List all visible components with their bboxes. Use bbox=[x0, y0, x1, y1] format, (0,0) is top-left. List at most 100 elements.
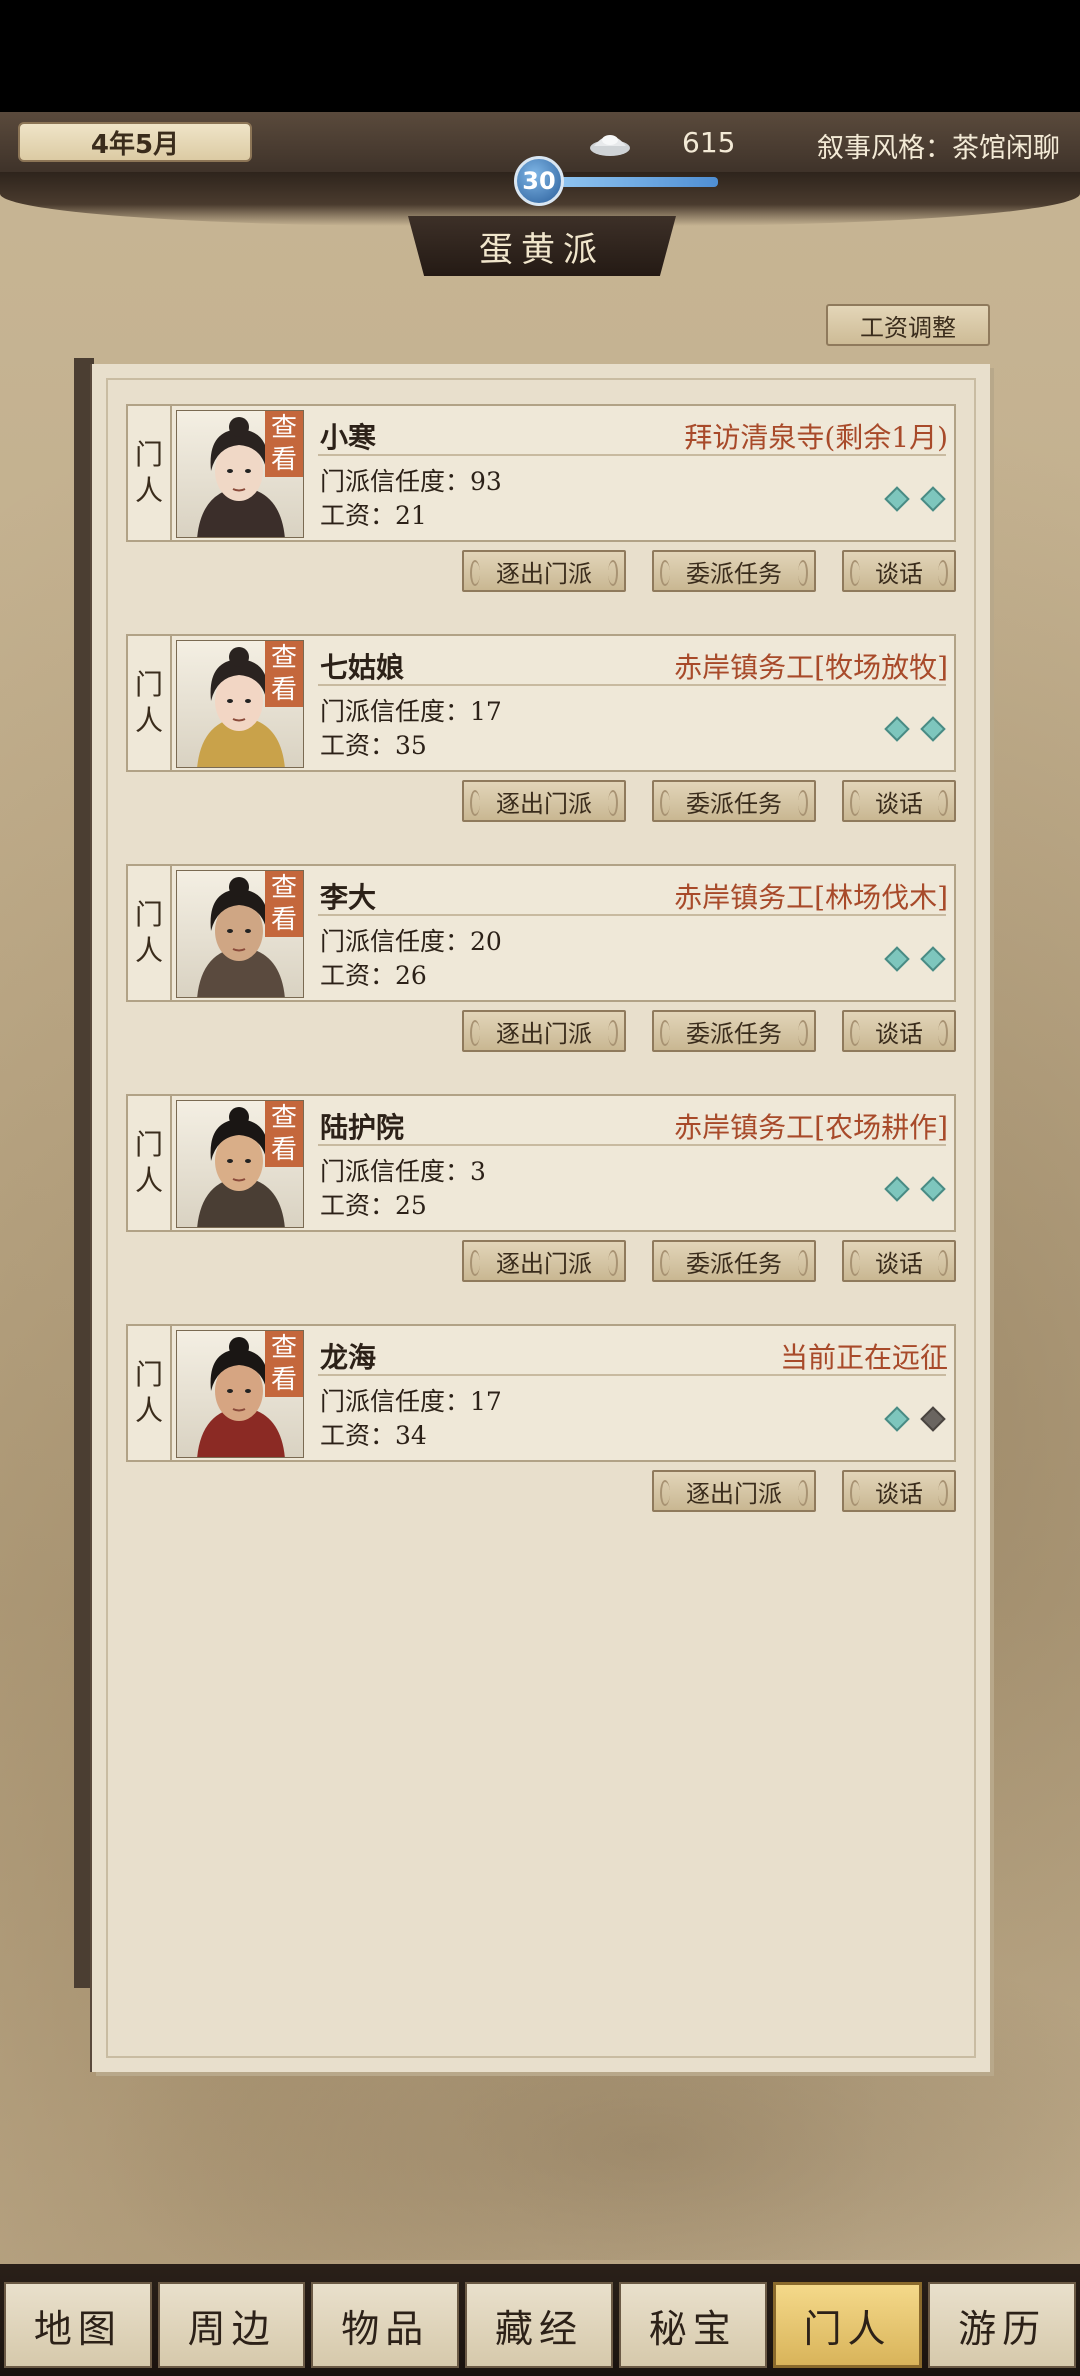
money-amount: 615 bbox=[682, 126, 736, 159]
member-status: 赤岸镇务工[牧场放牧] bbox=[674, 651, 948, 684]
member-status: 赤岸镇务工[农场耕作] bbox=[674, 1111, 948, 1144]
view-detail-button[interactable]: 查 看 bbox=[265, 871, 303, 937]
view-tag-top: 查 bbox=[270, 413, 297, 443]
diamond-icon bbox=[884, 716, 910, 742]
member-tag: 门 人 bbox=[128, 636, 172, 770]
view-tag-bottom: 看 bbox=[270, 1135, 297, 1165]
silver-ingot-icon bbox=[590, 135, 630, 156]
member-status: 赤岸镇务工[林场伐木] bbox=[674, 881, 948, 914]
assign-task-button[interactable]: 委派任务 bbox=[652, 1240, 816, 1282]
member-tag-top: 门 bbox=[134, 898, 163, 931]
wage-value: 35 bbox=[395, 731, 427, 760]
nav-tab-items[interactable]: 物品 bbox=[311, 2282, 460, 2368]
view-detail-button[interactable]: 查 看 bbox=[265, 411, 303, 477]
sect-title: 蛋黄派 bbox=[408, 216, 676, 276]
diamond-icon bbox=[884, 1176, 910, 1202]
wage-value: 21 bbox=[395, 501, 427, 530]
assign-task-button[interactable]: 委派任务 bbox=[652, 780, 816, 822]
diamond-icon bbox=[920, 716, 946, 742]
expel-button[interactable]: 逐出门派 bbox=[652, 1470, 816, 1512]
expel-button[interactable]: 逐出门派 bbox=[462, 550, 626, 592]
wage-value: 34 bbox=[395, 1421, 427, 1450]
wage-value: 26 bbox=[395, 961, 427, 990]
talk-button[interactable]: 谈话 bbox=[842, 1240, 956, 1282]
talk-button[interactable]: 谈话 bbox=[842, 1470, 956, 1512]
member-wage: 工资：26 bbox=[320, 956, 427, 992]
member-name: 李大 bbox=[320, 881, 377, 914]
member-tag-top: 门 bbox=[134, 438, 163, 471]
assign-task-button[interactable]: 委派任务 bbox=[652, 1010, 816, 1052]
view-tag-bottom: 看 bbox=[270, 1365, 297, 1395]
member-card-box: 门 人 查 看 小寒 拜访清泉寺(剩余1月) 门派信任度：93 工资：21 bbox=[126, 404, 956, 542]
wage-label: 工资： bbox=[320, 501, 396, 530]
view-tag-top: 查 bbox=[270, 643, 297, 673]
expel-button[interactable]: 逐出门派 bbox=[462, 1240, 626, 1282]
wage-value: 25 bbox=[395, 1191, 427, 1220]
member-tag-top: 门 bbox=[134, 1358, 163, 1391]
member-portrait[interactable]: 查 看 bbox=[176, 1330, 304, 1458]
nav-tab-surroundings[interactable]: 周边 bbox=[157, 2282, 306, 2368]
member-name: 陆护院 bbox=[320, 1111, 405, 1144]
bottom-nav: 地图 周边 物品 藏经 秘宝 门人 游历 bbox=[0, 2264, 1080, 2376]
member-tag-top: 门 bbox=[134, 668, 163, 701]
card-divider bbox=[318, 914, 946, 916]
member-tag-bottom: 人 bbox=[134, 1164, 163, 1197]
member-portrait[interactable]: 查 看 bbox=[176, 870, 304, 998]
narrative-style[interactable]: 叙事风格：茶馆闲聊 bbox=[817, 126, 1060, 165]
member-card-box: 门 人 查 看 龙海 当前正在远征 门派信任度：17 工资：34 bbox=[126, 1324, 956, 1462]
wage-label: 工资： bbox=[320, 731, 396, 760]
assign-task-button[interactable]: 委派任务 bbox=[652, 550, 816, 592]
view-tag-bottom: 看 bbox=[270, 675, 297, 705]
expel-button[interactable]: 逐出门派 bbox=[462, 1010, 626, 1052]
view-detail-button[interactable]: 查 看 bbox=[265, 1331, 303, 1397]
member-tag-bottom: 人 bbox=[134, 1394, 163, 1427]
card-divider bbox=[318, 1374, 946, 1376]
member-tag-bottom: 人 bbox=[134, 704, 163, 737]
nav-tab-scriptures[interactable]: 藏经 bbox=[465, 2282, 613, 2368]
talk-button[interactable]: 谈话 bbox=[842, 550, 956, 592]
member-portrait[interactable]: 查 看 bbox=[176, 410, 304, 538]
diamond-icon bbox=[884, 1406, 910, 1432]
level-badge[interactable]: 30 bbox=[514, 156, 564, 206]
member-trust: 门派信任度：93 bbox=[320, 462, 502, 498]
member-wage: 工资：34 bbox=[320, 1416, 427, 1452]
member-wage: 工资：35 bbox=[320, 726, 427, 762]
view-tag-bottom: 看 bbox=[270, 905, 297, 935]
member-card-box: 门 人 查 看 陆护院 赤岸镇务工[农场耕作] 门派信任度：3 工资：25 bbox=[126, 1094, 956, 1232]
nav-tab-disciples[interactable]: 门人 bbox=[772, 2282, 923, 2368]
view-detail-button[interactable]: 查 看 bbox=[265, 1101, 303, 1167]
member-tag: 门 人 bbox=[128, 406, 172, 540]
view-detail-button[interactable]: 查 看 bbox=[265, 641, 303, 707]
nav-tab-travel[interactable]: 游历 bbox=[928, 2282, 1077, 2368]
member-wage: 工资：21 bbox=[320, 496, 427, 532]
member-tag-bottom: 人 bbox=[134, 474, 163, 507]
trust-value: 20 bbox=[470, 927, 502, 956]
trust-value: 93 bbox=[470, 467, 502, 496]
card-divider bbox=[318, 1144, 946, 1146]
member-tag-top: 门 bbox=[134, 1128, 163, 1161]
member-trust: 门派信任度：17 bbox=[320, 1382, 502, 1418]
wage-label: 工资： bbox=[320, 1421, 396, 1450]
nav-tab-map[interactable]: 地图 bbox=[4, 2282, 152, 2368]
talk-button[interactable]: 谈话 bbox=[842, 780, 956, 822]
member-portrait[interactable]: 查 看 bbox=[176, 1100, 304, 1228]
diamond-icon bbox=[920, 946, 946, 972]
screen: 4年5月 615 叙事风格：茶馆闲聊 30 蛋黄派 工资调整 门 人 查 看 小… bbox=[0, 0, 1080, 2376]
date-display: 4年5月 bbox=[18, 122, 252, 162]
member-card-box: 门 人 查 看 李大 赤岸镇务工[林场伐木] 门派信任度：20 工资：26 bbox=[126, 864, 956, 1002]
card-divider bbox=[318, 454, 946, 456]
member-name: 龙海 bbox=[320, 1341, 377, 1374]
member-trust: 门派信任度：17 bbox=[320, 692, 502, 728]
member-tag: 门 人 bbox=[128, 1096, 172, 1230]
member-status: 当前正在远征 bbox=[779, 1341, 948, 1374]
member-portrait[interactable]: 查 看 bbox=[176, 640, 304, 768]
view-tag-top: 查 bbox=[270, 1103, 297, 1133]
talk-button[interactable]: 谈话 bbox=[842, 1010, 956, 1052]
wage-adjust-button[interactable]: 工资调整 bbox=[826, 304, 990, 346]
nav-tab-treasures[interactable]: 秘宝 bbox=[618, 2282, 767, 2368]
member-wage: 工资：25 bbox=[320, 1186, 427, 1222]
view-tag-top: 查 bbox=[270, 873, 297, 903]
expel-button[interactable]: 逐出门派 bbox=[462, 780, 626, 822]
trust-value: 17 bbox=[470, 697, 502, 726]
trust-value: 17 bbox=[470, 1387, 502, 1416]
